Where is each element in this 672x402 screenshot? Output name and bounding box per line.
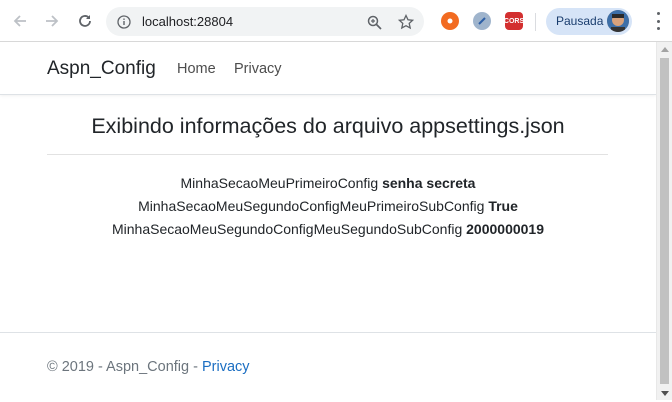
address-bar[interactable]: localhost:28804	[106, 7, 424, 36]
zoom-icon[interactable]	[365, 13, 383, 31]
config-value: True	[488, 198, 518, 214]
footer-text: © 2019 - Aspn_Config -	[47, 359, 202, 375]
config-key: MinhaSecaoMeuSegundoConfigMeuPrimeiroSub…	[138, 198, 485, 214]
config-row: MinhaSecaoMeuSegundoConfigMeuSegundoSubC…	[0, 221, 656, 237]
back-button[interactable]	[9, 10, 31, 32]
info-icon[interactable]	[115, 13, 133, 31]
page-viewport: Aspn_Config Home Privacy Exibindo inform…	[0, 42, 656, 402]
extension-orange-icon[interactable]	[441, 12, 459, 30]
nav-link-privacy[interactable]: Privacy	[234, 61, 282, 77]
extension-blue-icon[interactable]	[473, 12, 491, 30]
toolbar-divider	[535, 13, 536, 31]
forward-button[interactable]	[41, 10, 63, 32]
scroll-up-icon[interactable]	[661, 47, 669, 52]
cors-extension-icon[interactable]: CORS	[503, 12, 525, 30]
profile-label: Pausada	[556, 14, 604, 28]
vertical-scrollbar[interactable]	[656, 42, 672, 400]
config-value: 2000000019	[466, 221, 545, 237]
arrow-left-icon	[13, 15, 26, 27]
reload-button[interactable]	[74, 10, 96, 32]
scroll-down-icon[interactable]	[661, 391, 669, 396]
nav-link-home[interactable]: Home	[177, 61, 216, 77]
footer: © 2019 - Aspn_Config - Privacy	[47, 359, 250, 375]
cors-label: CORS	[503, 17, 525, 25]
bookmark-star-icon[interactable]	[397, 13, 415, 31]
config-key: MinhaSecaoMeuPrimeiroConfig	[180, 175, 379, 191]
config-row: MinhaSecaoMeuSegundoConfigMeuPrimeiroSub…	[0, 198, 656, 214]
arrow-right-icon	[46, 15, 59, 27]
config-value: senha secreta	[382, 175, 476, 191]
config-row: MinhaSecaoMeuPrimeiroConfig senha secret…	[0, 175, 656, 191]
url-text[interactable]: localhost:28804	[142, 14, 233, 29]
footer-divider	[0, 332, 656, 333]
divider	[47, 154, 608, 155]
avatar	[607, 10, 629, 32]
brand-link[interactable]: Aspn_Config	[47, 58, 156, 80]
browser-menu-button[interactable]	[650, 12, 666, 30]
page-title: Exibindo informações do arquivo appsetti…	[91, 114, 565, 138]
config-key: MinhaSecaoMeuSegundoConfigMeuSegundoSubC…	[111, 221, 463, 237]
site-navbar: Aspn_Config Home Privacy	[0, 42, 656, 95]
profile-button[interactable]: Pausada	[546, 8, 632, 35]
footer-privacy-link[interactable]: Privacy	[202, 359, 250, 375]
browser-toolbar: localhost:28804 CORS Pausada	[0, 0, 672, 42]
reload-icon	[79, 15, 91, 27]
scrollbar-thumb[interactable]	[660, 58, 669, 384]
